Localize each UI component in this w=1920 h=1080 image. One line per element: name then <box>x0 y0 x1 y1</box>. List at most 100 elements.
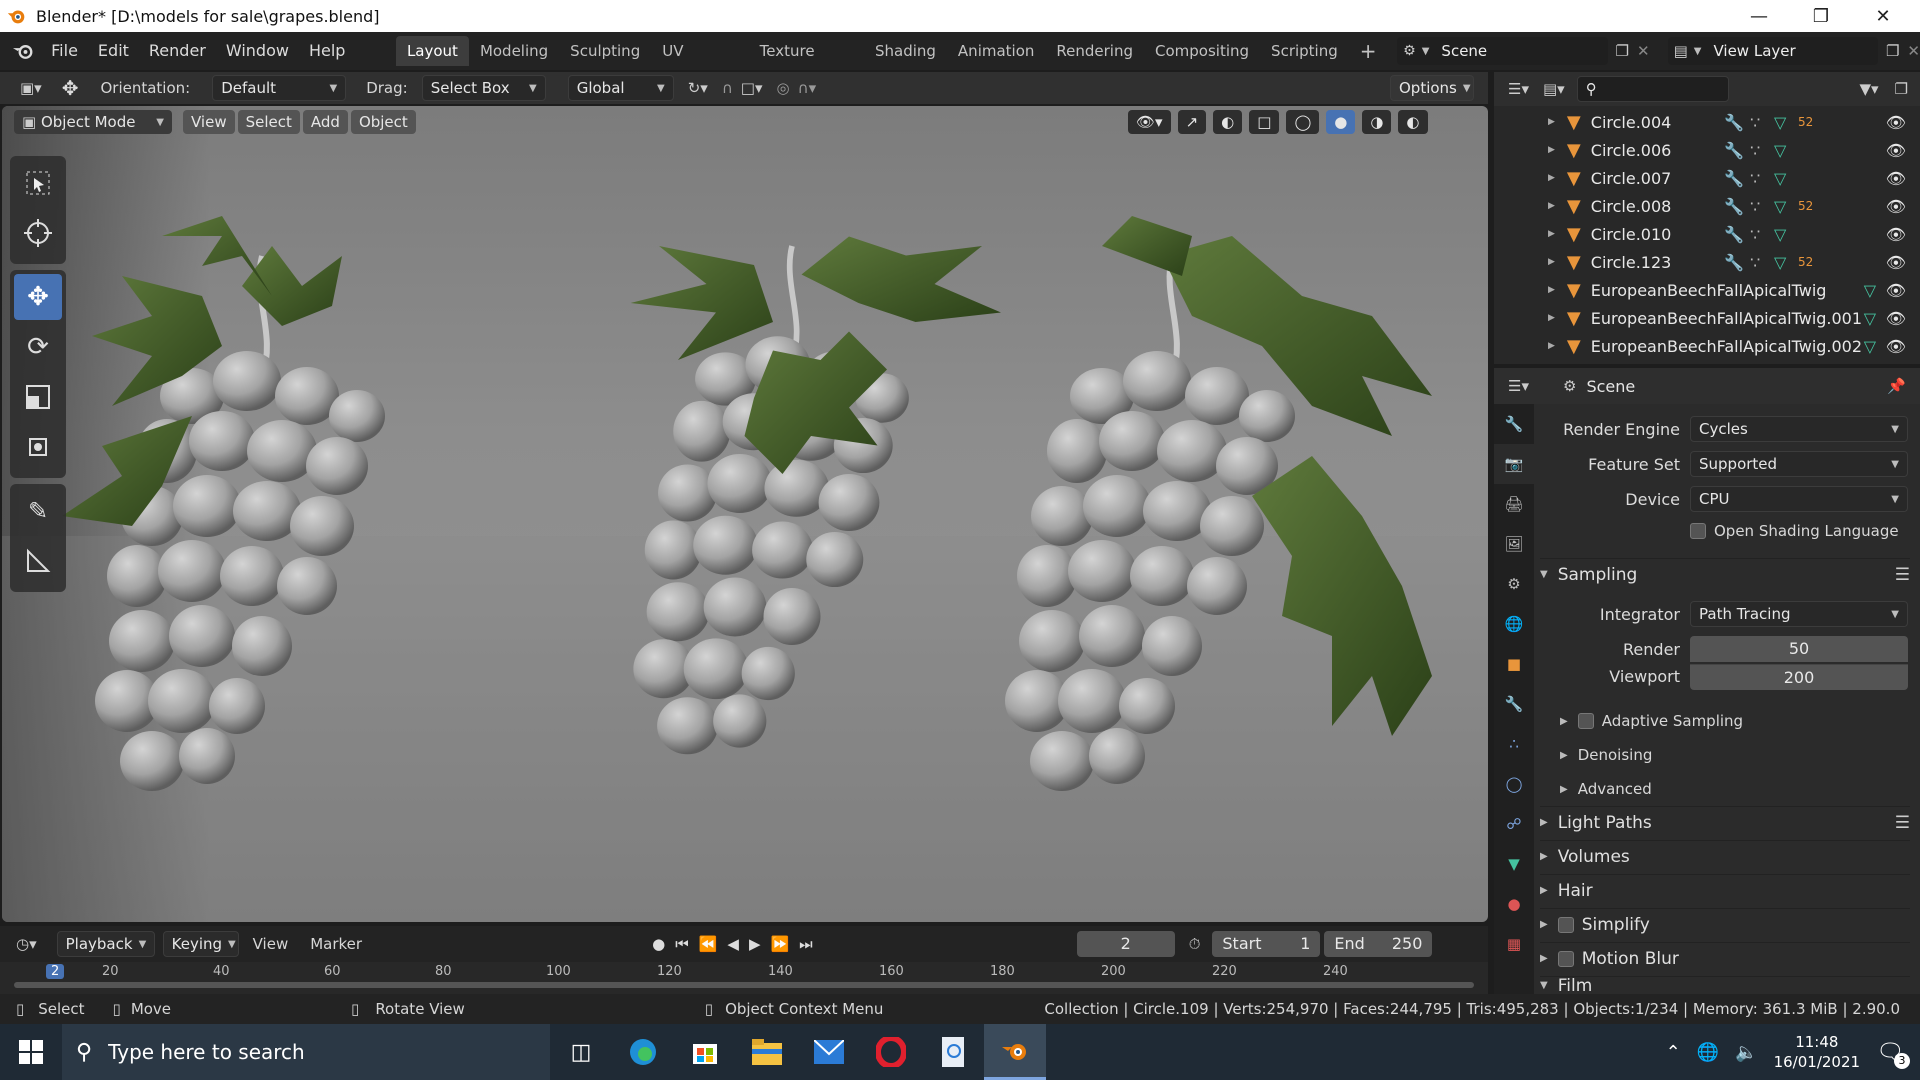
measure-tool-icon[interactable] <box>14 538 62 584</box>
new-collection-icon[interactable]: ❐ <box>1895 80 1908 98</box>
visibility-icon[interactable]: 👁▾ <box>1128 110 1171 134</box>
current-frame-field[interactable]: 2 <box>1076 931 1175 957</box>
timeline-marker-menu[interactable]: Marker <box>310 935 362 953</box>
notifications-icon[interactable]: 🗨 3 <box>1876 1040 1910 1069</box>
view-layer-selector[interactable]: ▤ ▼ View Layer <box>1667 37 1878 65</box>
outliner-item-name[interactable]: Circle.010 <box>1591 225 1672 244</box>
windows-start-icon[interactable] <box>0 1024 62 1080</box>
visibility-eye-icon[interactable]: 👁 <box>1886 197 1906 216</box>
view-layer-tab-icon[interactable]: 🖼 <box>1494 524 1534 564</box>
solid-shading-icon[interactable]: ● <box>1326 110 1356 134</box>
cursor-tool-icon[interactable] <box>14 210 62 256</box>
tab-modeling[interactable]: Modeling <box>469 36 559 66</box>
viewport-menu-view[interactable]: View <box>183 110 235 134</box>
hair-panel[interactable]: ▶ Hair <box>1540 874 1910 906</box>
tab-sculpting[interactable]: Sculpting <box>559 36 651 66</box>
gizmo-icon[interactable]: ↗ <box>1177 110 1207 134</box>
timeline-editor-icon[interactable]: ◷▾ <box>16 935 37 953</box>
start-frame-field[interactable]: Start 1 <box>1212 931 1321 957</box>
material-shading-icon[interactable]: ◑ <box>1362 110 1392 134</box>
material-tab-icon[interactable]: ● <box>1494 884 1534 924</box>
add-workspace-plus-icon[interactable]: + <box>1349 36 1388 66</box>
drag-dropdown[interactable]: Select Box ▼ <box>421 75 546 101</box>
visibility-eye-icon[interactable]: 👁 <box>1886 169 1906 188</box>
outliner-item-name[interactable]: Circle.123 <box>1591 253 1672 272</box>
visibility-eye-icon[interactable]: 👁 <box>1886 141 1906 160</box>
maximize-button[interactable]: ❐ <box>1790 0 1852 32</box>
overlays-icon[interactable]: ◐ <box>1213 110 1243 134</box>
tab-texture-paint[interactable]: Texture Paint <box>749 36 864 90</box>
mail-icon[interactable] <box>798 1024 860 1080</box>
presets-icon[interactable]: ☰ <box>1895 565 1910 585</box>
opera-browser-icon[interactable] <box>860 1024 922 1080</box>
falloff-icon[interactable]: ∩▾ <box>798 79 817 97</box>
outliner-item-name[interactable]: EuropeanBeechFallApicalTwig <box>1591 281 1827 300</box>
light-paths-panel[interactable]: ▶ Light Paths ☰ <box>1540 806 1910 838</box>
render-samples-field[interactable]: 50 <box>1690 636 1908 662</box>
network-icon[interactable]: 🌐 <box>1697 1042 1719 1063</box>
end-frame-field[interactable]: End 250 <box>1324 931 1433 957</box>
object-tab-icon[interactable]: ■ <box>1494 644 1534 684</box>
properties-editor-icon[interactable]: ☰▾ <box>1508 377 1529 395</box>
tab-uv-editing[interactable]: UV Editing <box>651 36 748 90</box>
outliner-item-name[interactable]: EuropeanBeechFallApicalTwig.001 <box>1591 309 1862 328</box>
outliner-row[interactable]: ▶ ▼ Circle.008 🔧 ∵ ▽ 52 👁 <box>1494 192 1920 220</box>
file-explorer-icon[interactable] <box>736 1024 798 1080</box>
film-panel[interactable]: ▼ Film <box>1540 976 1910 994</box>
taskbar-search-box[interactable]: ⚲ Type here to search <box>62 1024 550 1080</box>
expand-triangle-icon[interactable]: ▶ <box>1548 285 1555 295</box>
visibility-eye-icon[interactable]: 👁 <box>1886 309 1906 328</box>
outliner-row[interactable]: ▶ ▼ Circle.123 🔧 ∵ ▽ 52 👁 <box>1494 248 1920 276</box>
filter-icon[interactable]: ▼▾ <box>1859 80 1878 98</box>
record-icon[interactable]: ● <box>652 935 665 953</box>
edge-browser-icon[interactable] <box>612 1024 674 1080</box>
simplify-check-icon[interactable] <box>1557 916 1574 933</box>
mode-dropdown[interactable]: ▣ Object Mode ▼ <box>14 110 172 134</box>
move-tool-button-icon[interactable]: ✥ <box>14 274 62 320</box>
tab-rendering[interactable]: Rendering <box>1045 36 1144 66</box>
texture-tab-icon[interactable]: ▦ <box>1494 924 1534 964</box>
minimize-button[interactable]: — <box>1728 0 1790 32</box>
tab-shading[interactable]: Shading <box>864 36 947 66</box>
pivot-point-icon[interactable]: ↻▾ <box>688 79 708 97</box>
outliner-row[interactable]: ▶ ▼ EuropeanBeechFallApicalTwig ▽ 👁 <box>1494 276 1920 304</box>
jump-end-icon[interactable]: ⏭ <box>799 935 813 953</box>
volumes-panel[interactable]: ▶ Volumes <box>1540 840 1910 872</box>
output-tab-icon[interactable]: 🖨 <box>1494 484 1534 524</box>
expand-triangle-icon[interactable]: ▶ <box>1548 257 1555 267</box>
menu-render[interactable]: Render <box>139 36 216 66</box>
visibility-eye-icon[interactable]: 👁 <box>1886 337 1906 356</box>
particles-tab-icon[interactable]: ∴ <box>1494 724 1534 764</box>
jump-start-icon[interactable]: ⏮ <box>675 935 689 953</box>
delete-scene-icon[interactable]: ✕ <box>1637 42 1650 60</box>
play-reverse-icon[interactable]: ◀ <box>727 935 739 953</box>
outliner-search-input[interactable]: ⚲ <box>1576 76 1729 102</box>
menu-file[interactable]: File <box>41 36 88 66</box>
render-engine-dropdown[interactable]: Cycles ▼ <box>1690 416 1908 442</box>
outliner-row[interactable]: ▶ ▼ Circle.007 🔧 ∵ ▽ 👁 <box>1494 164 1920 192</box>
tab-compositing[interactable]: Compositing <box>1144 36 1260 66</box>
expand-triangle-icon[interactable]: ▶ <box>1548 173 1555 183</box>
rotate-tool-icon[interactable]: ⟳ <box>14 324 62 370</box>
scene-tab-icon[interactable]: ⚙ <box>1494 564 1534 604</box>
wireframe-shading-icon[interactable]: ◯ <box>1286 110 1320 134</box>
expand-triangle-icon[interactable]: ▶ <box>1548 145 1555 155</box>
play-icon[interactable]: ▶ <box>749 935 761 953</box>
outliner-item-name[interactable]: Circle.004 <box>1591 113 1672 132</box>
outliner-row[interactable]: ▶ ▼ Circle.010 🔧 ∵ ▽ 👁 <box>1494 220 1920 248</box>
volume-icon[interactable]: 🔈 <box>1735 1042 1757 1063</box>
expand-triangle-icon[interactable]: ▶ <box>1548 341 1555 351</box>
annotate-tool-icon[interactable]: ✎ <box>14 488 62 534</box>
sampling-panel-header[interactable]: ▼ Sampling ☰ <box>1540 558 1910 590</box>
outliner-item-name[interactable]: Circle.006 <box>1591 141 1672 160</box>
options-dropdown[interactable]: Options ▼ <box>1390 75 1474 101</box>
playback-menu[interactable]: Playback ▼ <box>56 931 155 957</box>
blender-menu-icon[interactable] <box>12 40 35 62</box>
keying-menu[interactable]: Keying ▼ <box>162 931 239 957</box>
advanced-subpanel[interactable]: ▶ Advanced <box>1560 780 1652 798</box>
adaptive-check-icon[interactable] <box>1577 713 1594 729</box>
next-keyframe-icon[interactable]: ⏩ <box>770 935 789 953</box>
visibility-eye-icon[interactable]: 👁 <box>1886 113 1906 132</box>
presets-icon[interactable]: ☰ <box>1895 813 1910 833</box>
viewport-menu-select[interactable]: Select <box>237 110 300 134</box>
